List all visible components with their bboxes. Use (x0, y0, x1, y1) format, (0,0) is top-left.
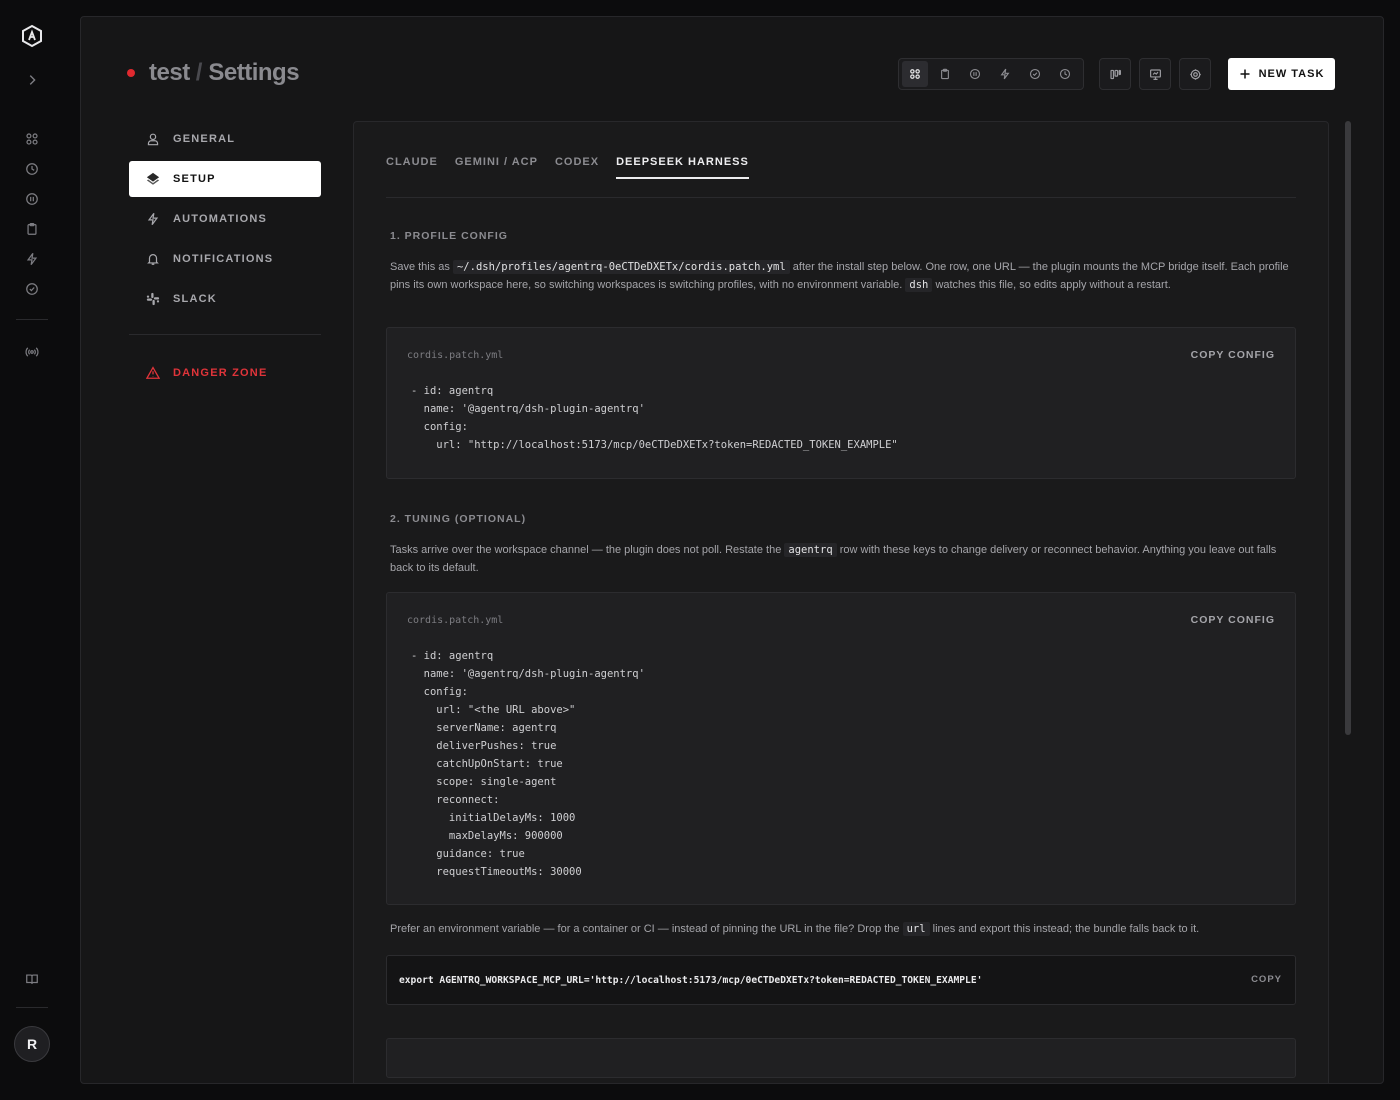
nav-item-label: GENERAL (173, 133, 236, 145)
nav-item-label: SLACK (173, 293, 217, 305)
export-command-block: export AGENTRQ_WORKSPACE_MCP_URL='http:/… (386, 955, 1296, 1005)
slack-icon (146, 292, 160, 306)
avatar[interactable]: R (14, 1026, 50, 1062)
main-frame: test / Settings NEW TASK GENERAL SETUP A… (80, 16, 1384, 1084)
nav-item-general[interactable]: GENERAL (129, 121, 321, 157)
env-description: Prefer an environment variable — for a c… (390, 921, 1290, 939)
pause-icon[interactable] (962, 61, 988, 87)
code-content: - id: agentrq name: '@agentrq/dsh-plugin… (411, 650, 645, 878)
code-block: cordis.patch.yml COPY CONFIG - id: agent… (386, 592, 1296, 905)
pause-icon[interactable] (22, 189, 42, 209)
new-task-label: NEW TASK (1258, 68, 1325, 80)
bolt-icon (147, 212, 159, 226)
columns-icon[interactable] (1099, 58, 1131, 90)
inline-code: ~/.dsh/profiles/agentrq-0eCTDeDXETx/cord… (452, 260, 790, 274)
grid-icon[interactable] (902, 61, 928, 87)
settings-panel: CLAUDE GEMINI / ACP CODEX DEEPSEEK HARNE… (353, 121, 1329, 1083)
view-switcher (898, 58, 1084, 90)
text: lines and export this instead; the bundl… (932, 923, 1200, 935)
left-rail: R (0, 0, 64, 1100)
scrollbar[interactable] (1345, 121, 1351, 735)
clipboard-icon[interactable] (932, 61, 958, 87)
warning-icon (146, 366, 160, 379)
nav-item-label: DANGER ZONE (173, 367, 268, 379)
nav-item-danger-zone[interactable]: DANGER ZONE (129, 355, 321, 391)
tab-codex[interactable]: CODEX (555, 152, 599, 179)
clock-icon[interactable] (22, 159, 42, 179)
project-name[interactable]: test (149, 59, 190, 87)
code-block (386, 1038, 1296, 1078)
text: Tasks arrive over the workspace channel … (390, 544, 782, 556)
copy-config-button[interactable]: COPY CONFIG (1191, 614, 1275, 626)
chevron-right-icon[interactable] (22, 70, 42, 90)
code-block: cordis.patch.yml COPY CONFIG - id: agent… (386, 327, 1296, 479)
copy-button[interactable]: COPY (1251, 974, 1282, 985)
bolt-icon[interactable] (992, 61, 1018, 87)
nav-item-slack[interactable]: SLACK (129, 281, 321, 317)
text: Prefer an environment variable — for a c… (390, 923, 900, 935)
status-dot (127, 69, 135, 77)
layers-icon (146, 172, 160, 185)
code-content: - id: agentrq name: '@agentrq/dsh-plugin… (411, 385, 898, 451)
page-title: test / Settings (127, 59, 300, 87)
nav-item-label: SETUP (173, 173, 216, 185)
broadcast-icon[interactable] (22, 342, 42, 362)
nav-item-notifications[interactable]: NOTIFICATIONS (129, 241, 321, 277)
app-logo-icon[interactable] (20, 24, 44, 48)
grid-icon[interactable] (22, 129, 42, 149)
rail-divider (16, 319, 48, 320)
text: watches this file, so edits apply withou… (935, 278, 1171, 291)
title-separator: / (195, 59, 203, 86)
presentation-icon[interactable] (1139, 58, 1171, 90)
user-icon (147, 133, 159, 146)
nav-item-label: NOTIFICATIONS (173, 253, 274, 265)
inline-code: agentrq (784, 543, 837, 557)
code-filename: cordis.patch.yml (407, 350, 504, 361)
book-icon[interactable] (22, 969, 42, 989)
plus-icon (1240, 69, 1250, 79)
check-circle-icon[interactable] (1022, 61, 1048, 87)
section-description: Tasks arrive over the workspace channel … (390, 542, 1290, 577)
tab-gemini-acp[interactable]: GEMINI / ACP (455, 152, 538, 179)
agent-tabs: CLAUDE GEMINI / ACP CODEX DEEPSEEK HARNE… (386, 152, 1296, 198)
tab-claude[interactable]: CLAUDE (386, 152, 438, 179)
new-task-button[interactable]: NEW TASK (1228, 58, 1335, 90)
nav-item-setup[interactable]: SETUP (129, 161, 321, 197)
copy-config-button[interactable]: COPY CONFIG (1191, 349, 1275, 361)
nav-item-label: AUTOMATIONS (173, 213, 268, 225)
inline-code: url (902, 922, 930, 936)
section-description: Save this as ~/.dsh/profiles/agentrq-0eC… (390, 259, 1290, 294)
export-command: export AGENTRQ_WORKSPACE_MCP_URL='http:/… (399, 975, 983, 986)
section-heading: 2. TUNING (OPTIONAL) (390, 513, 527, 525)
bolt-icon[interactable] (22, 249, 42, 269)
text: Save this as (390, 261, 450, 273)
tab-deepseek-harness[interactable]: DEEPSEEK HARNESS (616, 152, 749, 179)
settings-nav: GENERAL SETUP AUTOMATIONS NOTIFICATIONS … (129, 121, 321, 395)
clock-icon[interactable] (1052, 61, 1078, 87)
bell-icon (147, 254, 159, 265)
check-circle-icon[interactable] (22, 279, 42, 299)
inline-code: dsh (905, 277, 933, 292)
settings-icon[interactable] (1179, 58, 1211, 90)
page-name: Settings (208, 59, 300, 86)
clipboard-icon[interactable] (22, 219, 42, 239)
nav-item-automations[interactable]: AUTOMATIONS (129, 201, 321, 237)
rail-divider (16, 1007, 48, 1008)
code-filename: cordis.patch.yml (407, 615, 504, 626)
section-heading: 1. PROFILE CONFIG (390, 230, 508, 242)
nav-divider (129, 334, 321, 335)
